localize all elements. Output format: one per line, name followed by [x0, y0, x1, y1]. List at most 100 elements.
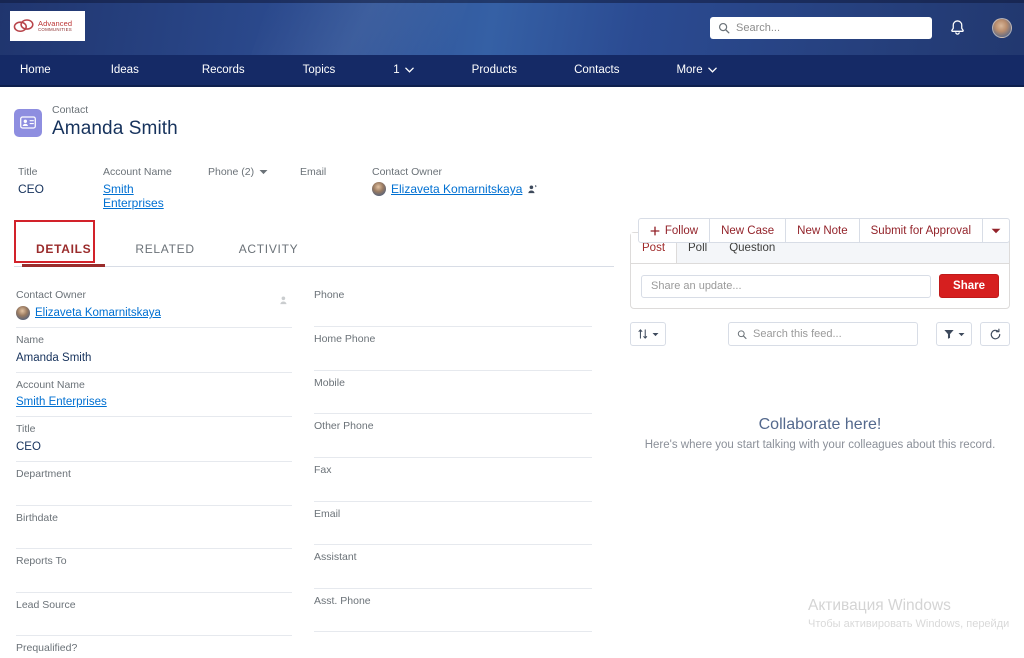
- contact-owner-link[interactable]: Elizaveta Komarnitskaya: [35, 307, 161, 319]
- tab-label: ACTIVITY: [238, 242, 299, 257]
- logo-subtitle: COMMUNITIES: [38, 27, 72, 33]
- tab-related[interactable]: RELATED: [113, 232, 216, 266]
- chevron-down-icon: [707, 67, 717, 73]
- feed-publisher-card: Post Poll Question Share: [630, 232, 1010, 310]
- page-body: DETAILS RELATED ACTIVITY Contact Owner E…: [0, 220, 1024, 658]
- field-value: [314, 524, 592, 537]
- account-name-link[interactable]: Smith Enterprises: [103, 182, 194, 210]
- field-label: Title: [16, 423, 36, 436]
- global-search[interactable]: [710, 17, 932, 39]
- nav-label: Contacts: [574, 64, 620, 76]
- new-case-label: New Case: [721, 224, 775, 237]
- details-right-column: Phone Home Phone Mobile Other Phone Fax …: [314, 283, 614, 658]
- refresh-icon: [990, 328, 1000, 340]
- field-label: Name: [16, 333, 45, 346]
- chevron-down-icon: [404, 67, 414, 73]
- nav-label: Ideas: [110, 64, 139, 76]
- new-note-button[interactable]: New Note: [785, 218, 860, 243]
- change-owner-icon[interactable]: [527, 184, 538, 195]
- record-object-type: Contact: [52, 104, 89, 116]
- share-button[interactable]: Share: [939, 274, 999, 299]
- highlight-label: Contact Owner: [372, 166, 443, 179]
- field-home-phone: Home Phone: [314, 327, 592, 371]
- owner-avatar: [16, 305, 30, 320]
- field-reports-to: Reports To: [16, 549, 292, 593]
- submit-for-approval-button[interactable]: Submit for Approval: [858, 218, 983, 243]
- field-department: Department: [16, 462, 292, 506]
- field-value: [314, 568, 592, 581]
- share-update-input[interactable]: [641, 274, 932, 298]
- field-label: Mobile: [314, 376, 345, 389]
- bell-icon[interactable]: [949, 19, 966, 37]
- field-value: [16, 528, 292, 541]
- nav-label: Products: [471, 64, 518, 76]
- contact-card-icon: [14, 108, 42, 137]
- follow-label: Follow: [664, 224, 699, 237]
- top-banner: Advanced COMMUNITIES: [0, 0, 1024, 55]
- company-logo[interactable]: Advanced COMMUNITIES: [10, 11, 85, 41]
- field-label: Assistant: [314, 551, 357, 564]
- more-actions-button[interactable]: [982, 218, 1010, 243]
- search-input[interactable]: [736, 22, 924, 34]
- nav-item-records[interactable]: Records: [192, 55, 255, 85]
- search-icon: [718, 22, 730, 34]
- details-column: DETAILS RELATED ACTIVITY Contact Owner E…: [14, 220, 614, 658]
- nav-item-contacts[interactable]: Contacts: [564, 55, 629, 85]
- empty-state-subtitle: Here's where you start talking with your…: [644, 439, 996, 452]
- highlight-contact-owner: Contact Owner Elizaveta Komarnitskaya: [372, 166, 552, 210]
- field-value: [16, 615, 292, 628]
- nav-item-products[interactable]: Products: [462, 55, 527, 85]
- field-label: Department: [16, 467, 71, 480]
- chevron-down-icon[interactable]: [259, 169, 268, 175]
- funnel-icon: [944, 330, 954, 340]
- field-label: Fax: [314, 463, 332, 476]
- nav-item-ideas[interactable]: Ideas: [101, 55, 149, 85]
- search-icon: [737, 330, 747, 339]
- field-value: [16, 572, 292, 585]
- contact-owner-link[interactable]: Elizaveta Komarnitskaya: [391, 182, 522, 196]
- nav-item-more[interactable]: More: [666, 55, 726, 85]
- field-label: Birthdate: [16, 511, 59, 524]
- chevron-down-icon: [958, 332, 965, 336]
- field-value: [314, 481, 592, 494]
- record-header: Contact Amanda Smith Follow New Case New…: [0, 87, 1024, 243]
- field-label: Contact Owner: [16, 289, 87, 302]
- filter-button[interactable]: [936, 322, 972, 347]
- highlight-value: CEO: [18, 182, 45, 197]
- field-fax: Fax: [314, 458, 592, 502]
- field-email: Email: [314, 502, 592, 546]
- sort-button[interactable]: [630, 322, 666, 347]
- field-value: [314, 393, 592, 406]
- nav-item-topics[interactable]: Topics: [293, 55, 346, 85]
- account-name-link[interactable]: Smith Enterprises: [16, 396, 107, 408]
- empty-state-title: Collaborate here!: [758, 416, 882, 434]
- field-title: Title CEO: [16, 417, 292, 462]
- nav-label: Home: [20, 64, 51, 76]
- feed-tab-label: Poll: [688, 242, 708, 255]
- nav-item-home[interactable]: Home: [10, 55, 61, 85]
- nav-label: Topics: [302, 64, 336, 76]
- tab-label: DETAILS: [36, 242, 92, 257]
- field-label: Other Phone: [314, 420, 374, 433]
- salesforce-contact-page: Advanced COMMUNITIES Home Ideas: [0, 0, 1024, 658]
- plus-icon: [650, 225, 660, 236]
- tab-details[interactable]: DETAILS: [14, 232, 113, 268]
- field-asst-phone: Asst. Phone: [314, 589, 592, 633]
- feed-search[interactable]: [728, 322, 918, 347]
- refresh-button[interactable]: [980, 322, 1010, 347]
- feed-controls: [630, 322, 1010, 347]
- logo-text: Advanced COMMUNITIES: [38, 20, 72, 33]
- field-label: Phone: [314, 289, 345, 302]
- feed-search-input[interactable]: [752, 328, 909, 341]
- user-avatar[interactable]: [992, 18, 1012, 38]
- tab-activity[interactable]: ACTIVITY: [217, 232, 321, 266]
- nav-item-1[interactable]: 1: [383, 55, 423, 85]
- highlight-label: Title: [18, 166, 38, 179]
- page-title: Amanda Smith: [52, 117, 178, 139]
- follow-button[interactable]: Follow: [637, 218, 711, 243]
- change-owner-icon[interactable]: [279, 295, 290, 306]
- field-birthdate: Birthdate: [16, 506, 292, 550]
- chain-links-icon: [13, 19, 34, 33]
- record-title-row: Contact Amanda Smith: [14, 104, 1010, 140]
- new-case-button[interactable]: New Case: [709, 218, 787, 243]
